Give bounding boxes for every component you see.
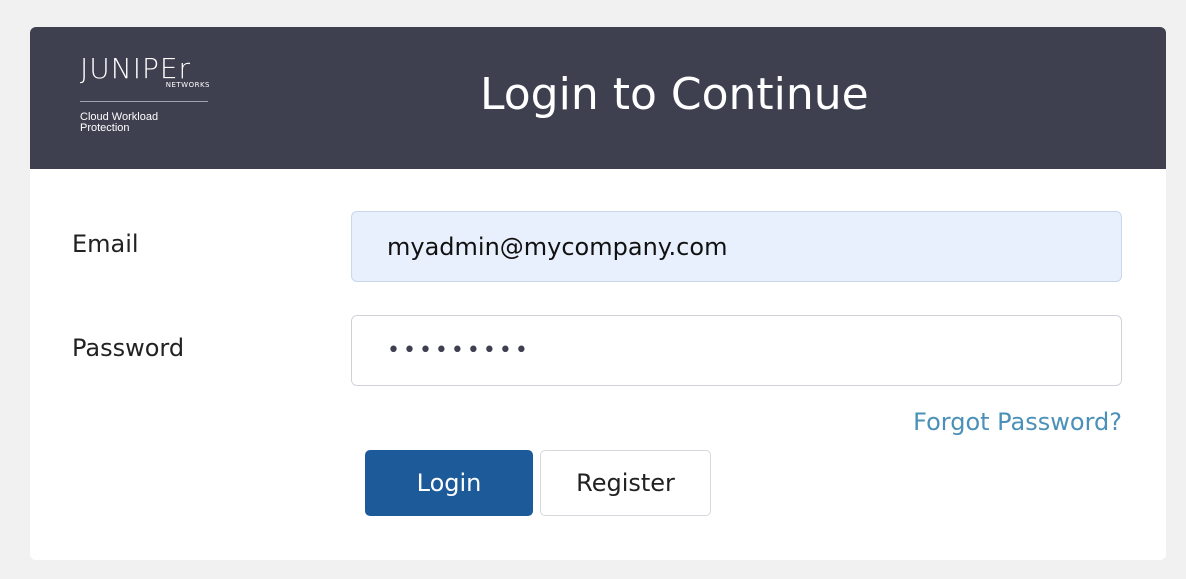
juniper-logo: JUNIPEr NETWORKS Cloud Workload Protecti… <box>80 55 210 134</box>
forgot-password-link[interactable]: Forgot Password? <box>913 408 1122 436</box>
email-field[interactable] <box>351 211 1122 282</box>
login-button[interactable]: Login <box>365 450 533 516</box>
logo-product-name: Cloud Workload Protection <box>80 111 159 134</box>
password-field[interactable] <box>351 315 1122 386</box>
password-label: Password <box>72 334 185 362</box>
login-header: JUNIPEr NETWORKS Cloud Workload Protecti… <box>30 27 1166 169</box>
logo-wordmark: JUNIPEr <box>80 52 192 85</box>
logo-divider <box>80 101 208 102</box>
login-card: JUNIPEr NETWORKS Cloud Workload Protecti… <box>30 27 1166 560</box>
email-label: Email <box>72 230 139 258</box>
page-title: Login to Continue <box>480 69 869 120</box>
register-button[interactable]: Register <box>540 450 711 516</box>
